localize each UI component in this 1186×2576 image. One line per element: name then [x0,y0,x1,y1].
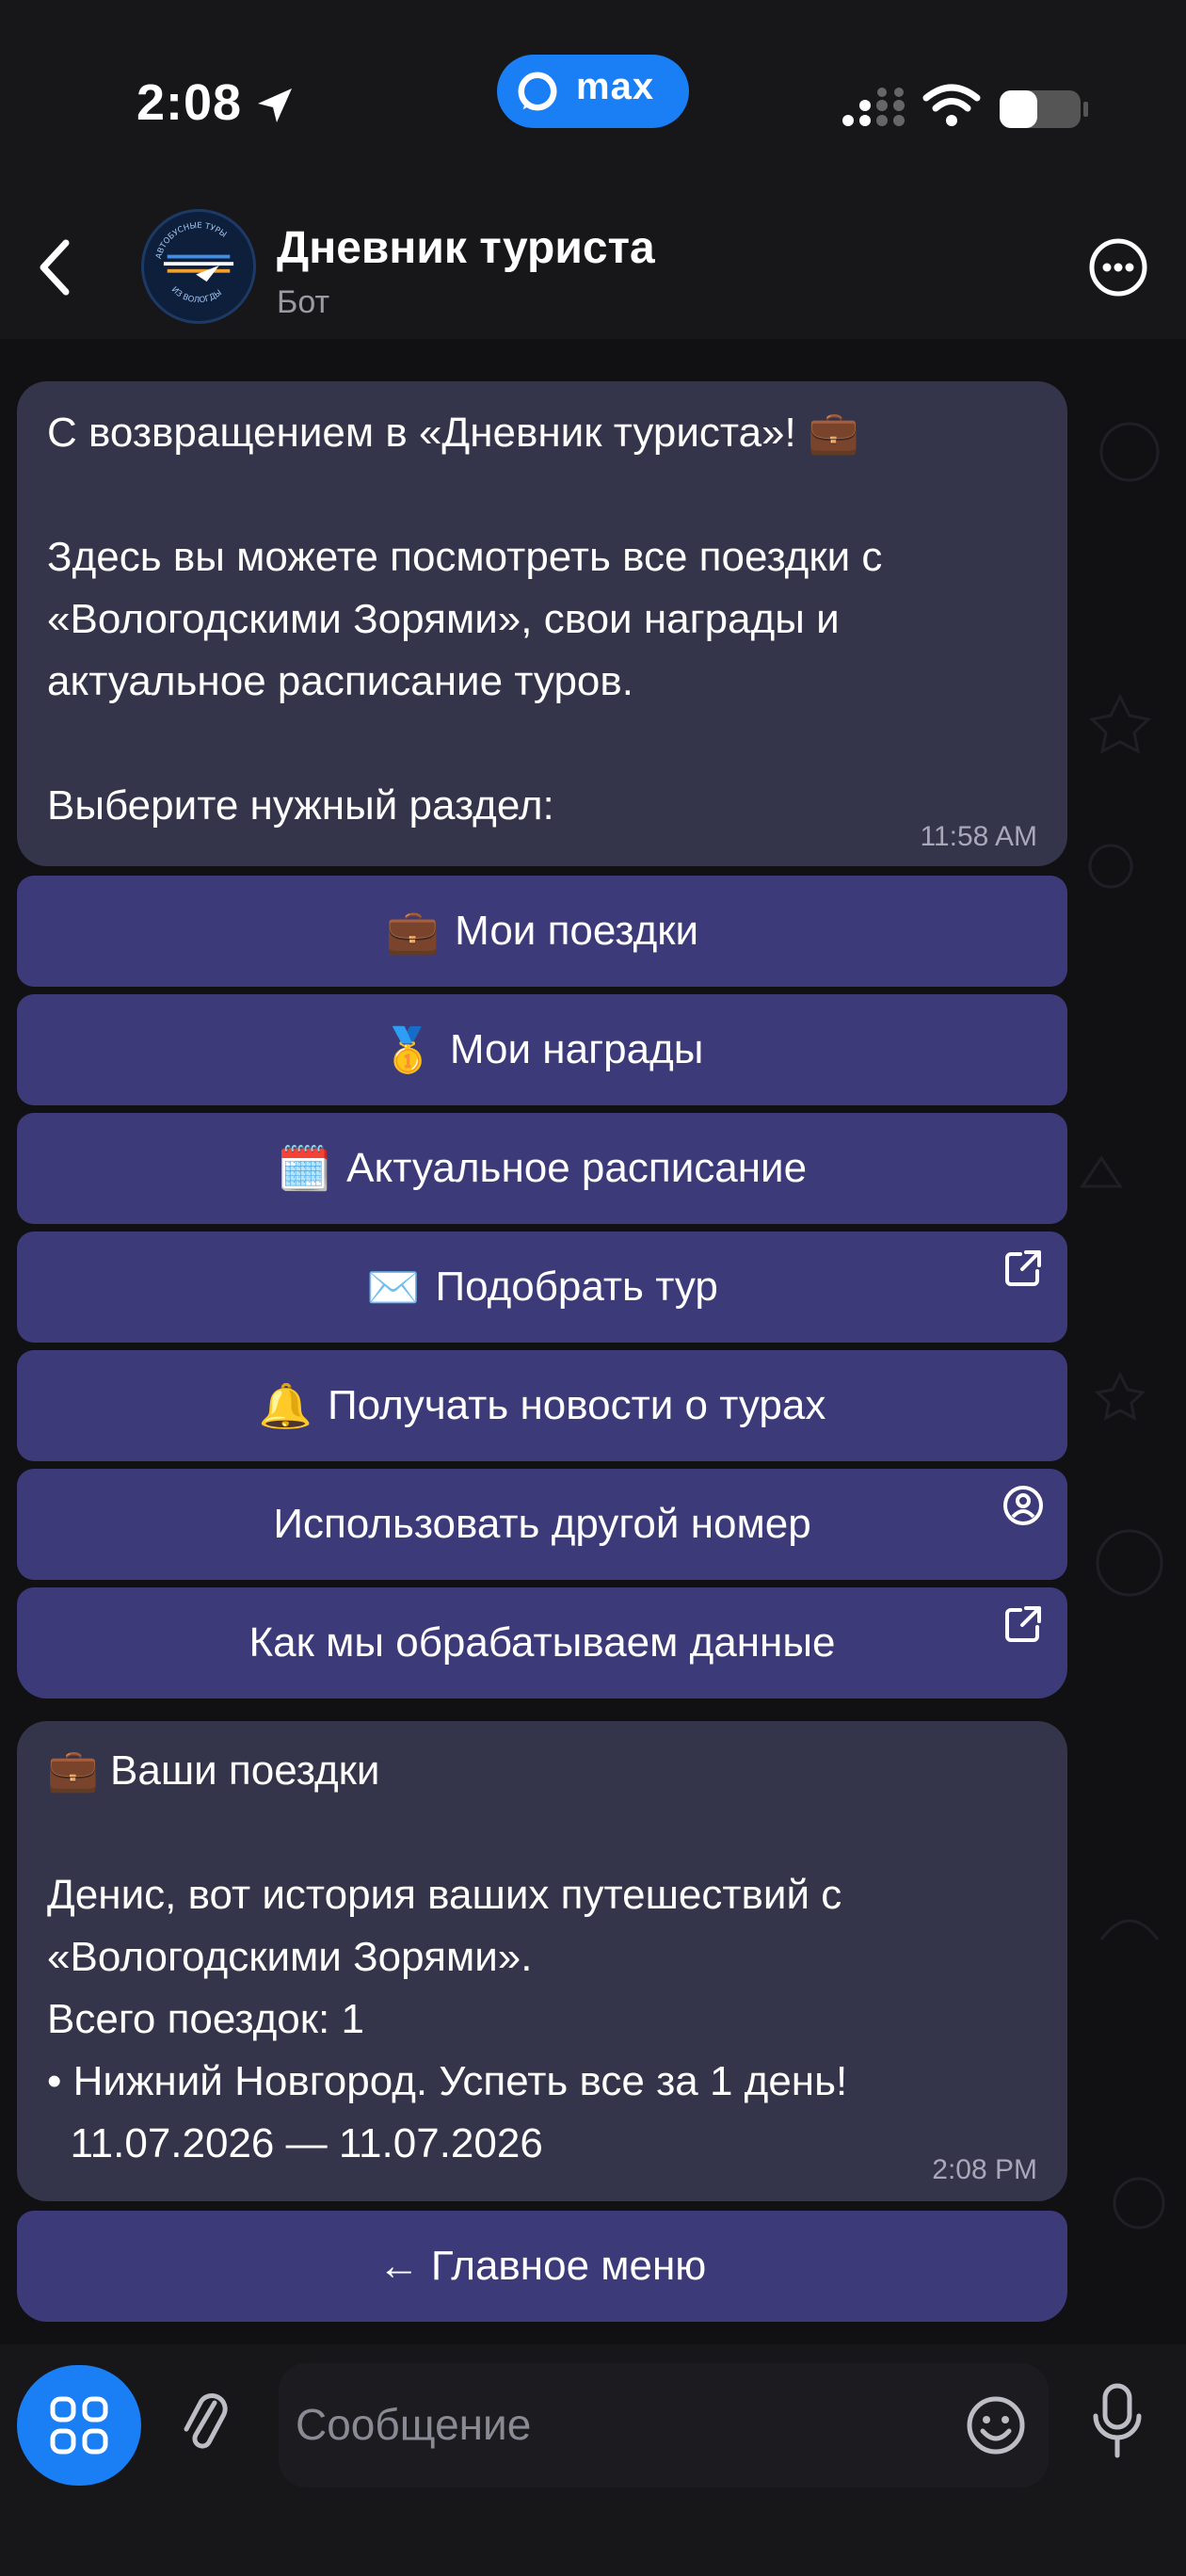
medal-icon: 🥇 [380,1024,435,1074]
chat-header: АВТОБУСНЫЕ ТУРЫ ИЗ ВОЛОГДЫ Дневник турис… [0,198,1186,339]
button-pick-tour[interactable]: ✉️ Подобрать тур [17,1232,1067,1343]
status-time: 2:08 [136,74,243,131]
apps-grid-icon [50,2396,108,2455]
chat-subtitle: Бот [277,284,330,320]
message-input-placeholder: Сообщение [296,2400,532,2449]
button-label: Как мы обрабатываем данные [248,1619,836,1666]
message-time: 2:08 PM [932,2154,1037,2185]
envelope-icon: ✉️ [366,1262,421,1312]
microphone-icon[interactable] [1090,2382,1145,2461]
chat-area[interactable]: С возвращением в «Дневник туриста»! 💼 Зд… [0,339,1186,2344]
wifi-icon [922,84,981,126]
max-logo-icon [518,72,557,111]
external-link-icon [1005,1250,1041,1286]
bell-icon: 🔔 [258,1380,313,1430]
attachment-icon[interactable] [181,2386,230,2461]
button-label: Получать новости о турах [327,1382,826,1428]
status-bar: 2:08 max [0,0,1186,198]
briefcase-icon: 💼 [385,906,441,956]
message-bubble-welcome: С возвращением в «Дневник туриста»! 💼 Зд… [17,381,1067,866]
external-link-icon [1005,1606,1041,1642]
calendar-icon: 🗓️ [277,1143,332,1193]
battery-icon [1000,90,1088,128]
max-app-badge[interactable]: max [497,55,689,128]
message-time: 11:58 AM [920,821,1037,852]
button-label: Мои поездки [455,908,699,954]
button-label: ← Главное меню [377,2243,707,2289]
button-other-number[interactable]: Использовать другой номер [17,1469,1067,1580]
button-main-menu[interactable]: ← Главное меню [17,2211,1067,2322]
message-bubble-trips: 💼 Ваши поездки Денис, вот история ваших … [17,1721,1067,2201]
chat-title: Дневник туриста [277,223,655,273]
message-text: С возвращением в «Дневник туриста»! 💼 Зд… [47,410,883,829]
button-data-processing[interactable]: Как мы обрабатываем данные [17,1587,1067,1699]
button-label: Подобрать тур [435,1264,718,1310]
button-my-awards[interactable]: 🥇 Мои награды [17,994,1067,1105]
location-arrow-icon [258,89,292,122]
back-chevron-icon[interactable] [36,237,73,298]
button-schedule[interactable]: 🗓️ Актуальное расписание [17,1113,1067,1224]
emoji-icon[interactable] [966,2395,1026,2455]
cellular-signal-icon [842,88,905,126]
button-label: Актуальное расписание [346,1145,808,1191]
more-options-icon[interactable] [1088,237,1148,298]
button-label: Мои награды [449,1026,704,1072]
apps-button[interactable] [17,2365,141,2486]
button-subscribe-news[interactable]: 🔔 Получать новости о турах [17,1350,1067,1461]
bot-avatar[interactable]: АВТОБУСНЫЕ ТУРЫ ИЗ ВОЛОГДЫ [141,209,256,324]
message-input-bar: Сообщение [0,2344,1186,2576]
contact-icon [1003,1486,1043,1525]
max-badge-label: max [576,66,655,107]
button-label: Использовать другой номер [273,1501,811,1547]
message-input[interactable]: Сообщение [279,2363,1049,2487]
message-text: 💼 Ваши поездки Денис, вот история ваших … [47,1747,848,2166]
button-my-trips[interactable]: 💼 Мои поездки [17,876,1067,987]
